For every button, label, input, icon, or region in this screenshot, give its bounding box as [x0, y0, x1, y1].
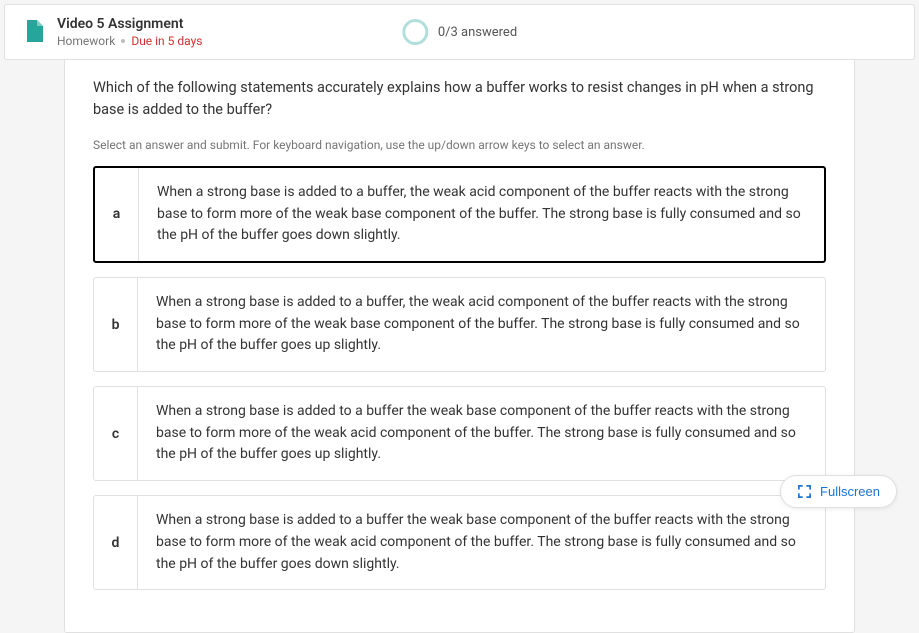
choice-letter: a: [95, 168, 139, 261]
choice-text: When a strong base is added to a buffer …: [138, 387, 825, 480]
choice-letter: c: [94, 387, 138, 480]
progress-circle-icon: [402, 19, 428, 45]
choice-list: aWhen a strong base is added to a buffer…: [93, 166, 826, 590]
assignment-meta: Homework Due in 5 days: [57, 34, 202, 48]
progress-indicator: 0/3 answered: [402, 19, 517, 45]
assignment-due: Due in 5 days: [131, 34, 202, 48]
title-block: Video 5 Assignment Homework Due in 5 day…: [57, 16, 202, 49]
question-prompt: Which of the following statements accura…: [93, 77, 826, 122]
choice-text: When a strong base is added to a buffer …: [138, 496, 825, 589]
choice-option-b[interactable]: bWhen a strong base is added to a buffer…: [93, 277, 826, 372]
fullscreen-icon: [797, 484, 812, 499]
choice-option-d[interactable]: dWhen a strong base is added to a buffer…: [93, 495, 826, 590]
document-icon: [25, 20, 43, 42]
choice-letter: d: [94, 496, 138, 589]
fullscreen-button[interactable]: Fullscreen: [780, 475, 897, 508]
choice-option-c[interactable]: cWhen a strong base is added to a buffer…: [93, 386, 826, 481]
meta-separator-icon: [121, 39, 125, 43]
assignment-header: Video 5 Assignment Homework Due in 5 day…: [4, 4, 915, 60]
choice-text: When a strong base is added to a buffer,…: [138, 278, 825, 371]
assignment-type: Homework: [57, 34, 115, 48]
progress-text: 0/3 answered: [438, 25, 517, 40]
question-card: Which of the following statements accura…: [64, 58, 855, 633]
choice-option-a[interactable]: aWhen a strong base is added to a buffer…: [93, 166, 826, 263]
choice-letter: b: [94, 278, 138, 371]
assignment-title: Video 5 Assignment: [57, 16, 202, 33]
choice-text: When a strong base is added to a buffer,…: [139, 168, 824, 261]
fullscreen-label: Fullscreen: [820, 484, 880, 499]
answer-instructions: Select an answer and submit. For keyboar…: [93, 138, 826, 152]
